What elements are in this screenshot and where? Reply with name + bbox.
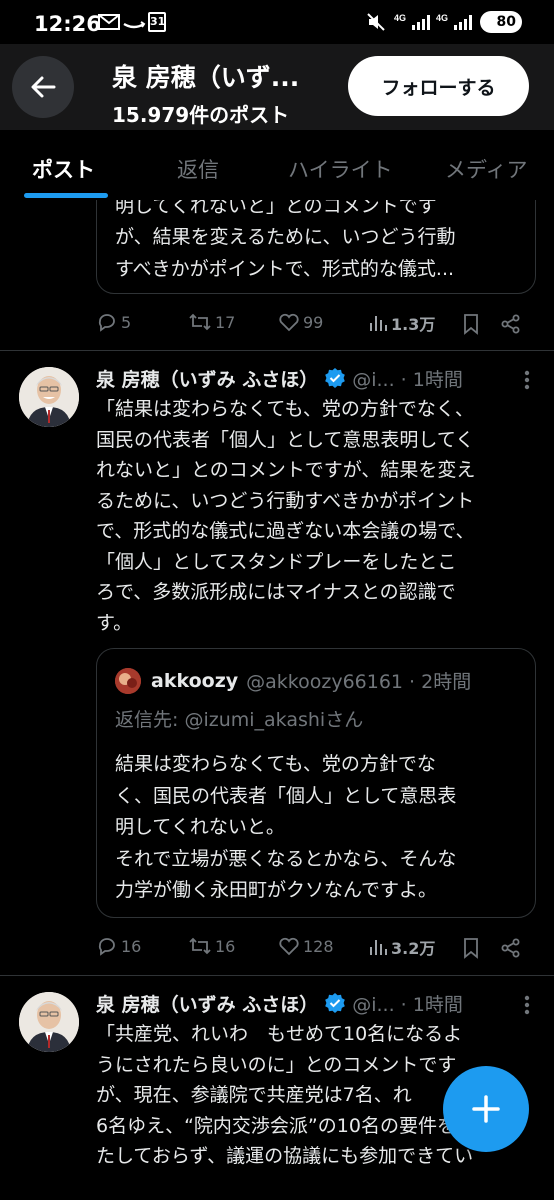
mute-icon bbox=[367, 13, 385, 31]
tab-highlights[interactable]: ハイライト bbox=[288, 154, 393, 184]
tweet-text-line: れないと」とのコメントですが、結果を変え bbox=[96, 459, 476, 481]
views-count: 1.3万 bbox=[391, 315, 436, 334]
tweet-header: 泉 房穂（いずみ ふさほ） @i... · 1時間 bbox=[96, 990, 463, 1017]
like-button[interactable]: 128 bbox=[278, 935, 334, 957]
avatar[interactable] bbox=[19, 367, 79, 427]
bookmark-icon[interactable] bbox=[462, 937, 480, 959]
tab-indicator bbox=[24, 193, 108, 198]
compose-button[interactable] bbox=[443, 1066, 529, 1152]
tweet-text-line: す。 bbox=[96, 611, 133, 634]
calendar-day: 31 bbox=[150, 15, 166, 28]
verified-badge-icon bbox=[325, 993, 346, 1013]
bookmark-icon[interactable] bbox=[462, 313, 480, 335]
views-button[interactable]: 1.3万 bbox=[368, 311, 435, 335]
reply-button[interactable]: 16 bbox=[96, 935, 141, 957]
like-count: 99 bbox=[303, 312, 324, 332]
quoted-text-line: く、国民の代表者「個人」として意思表 bbox=[115, 784, 457, 807]
action-bar: 16 16 128 3.2万 bbox=[96, 935, 536, 963]
quoted-author-name: akkoozy bbox=[151, 669, 239, 692]
tweet-text-line: るために、いつどう行動すべきかがポイント bbox=[96, 489, 475, 512]
views-count: 3.2万 bbox=[391, 939, 436, 958]
views-chart-icon bbox=[370, 316, 387, 331]
clock: 12:26 bbox=[34, 12, 101, 36]
reply-count: 16 bbox=[121, 936, 142, 956]
tweet-text: 「結果は変わらなくても、党の方針でなく、 国民の代表者「個人」として意思表明して… bbox=[96, 394, 536, 638]
tweet-text-line: 「個人」としてスタンドプレーをしたとこ bbox=[96, 550, 457, 573]
post-count: 15.979件のポスト bbox=[112, 103, 290, 127]
quoted-meta: @akkoozy66161 · 2時間 bbox=[246, 671, 472, 693]
status-bar: 12:26 31 4G 4G 80 bbox=[0, 0, 554, 44]
profile-photo bbox=[19, 367, 79, 427]
mail-icon bbox=[98, 14, 120, 30]
quoted-profile-photo bbox=[115, 667, 141, 694]
quoted-text-line: 結果は変わらなくても、党の方針でな bbox=[115, 753, 436, 775]
signal-4g-icon: 4G bbox=[394, 13, 430, 30]
repost-count: 17 bbox=[215, 312, 236, 332]
signal-4g-icon-2: 4G bbox=[436, 13, 472, 30]
repost-icon bbox=[189, 937, 211, 955]
follow-button[interactable]: フォローする bbox=[348, 56, 529, 116]
quoted-text-line: 力学が働く永田町がクソなんですよ。 bbox=[115, 879, 438, 901]
quote-text-line: すべきかがポイントで、形式的な儀式... bbox=[115, 258, 455, 280]
repost-button[interactable]: 16 bbox=[188, 935, 235, 957]
quoted-tweet-text: 結果は変わらなくても、党の方針でな く、国民の代表者「個人」として意思表 明して… bbox=[115, 749, 456, 907]
tweet-text-line: 「共産党、れいわ もせめて10名になるよ bbox=[96, 1023, 463, 1045]
quoted-text-line: それで立場が悪くなるとかなら、そんな bbox=[115, 847, 457, 870]
verified-badge-icon bbox=[325, 368, 346, 388]
profile-name: 泉 房穂（いず... bbox=[112, 63, 300, 92]
views-chart-icon bbox=[370, 940, 387, 955]
author-name[interactable]: 泉 房穂（いずみ ふさほ） bbox=[96, 369, 318, 391]
reply-icon bbox=[98, 314, 115, 332]
quote-text-line: が、結果を変えるために、いつどう行動 bbox=[115, 226, 456, 248]
quoted-avatar bbox=[115, 667, 141, 694]
tweet-text-line: 国民の代表者「個人」として意思表明してく bbox=[96, 428, 475, 451]
reply-icon bbox=[98, 938, 115, 956]
quoted-tweet-header: akkoozy @akkoozy66161 · 2時間 bbox=[115, 667, 471, 694]
tab-posts[interactable]: ポスト bbox=[32, 154, 95, 184]
tweet-header: 泉 房穂（いずみ ふさほ） @i... · 1時間 bbox=[96, 365, 463, 392]
tweet-text-line: ろで、多数派形成にはマイナスとの認識で bbox=[96, 581, 456, 603]
reply-count: 5 bbox=[121, 312, 132, 332]
action-bar: 5 17 99 1.3万 bbox=[96, 311, 536, 339]
profile-header: 泉 房穂（いず... 15.979件のポスト フォローする bbox=[0, 44, 554, 130]
repost-count: 16 bbox=[215, 936, 236, 956]
heart-icon bbox=[279, 313, 299, 332]
bottom-edge bbox=[0, 1183, 554, 1200]
like-count: 128 bbox=[303, 936, 334, 956]
repost-icon bbox=[189, 313, 211, 331]
reply-button[interactable]: 5 bbox=[96, 311, 131, 333]
author-name[interactable]: 泉 房穂（いずみ ふさほ） bbox=[96, 994, 318, 1016]
avatar[interactable] bbox=[19, 992, 79, 1052]
reply-to-label: 返信先: @izumi_akashiさん bbox=[115, 709, 364, 731]
more-options-icon[interactable] bbox=[524, 369, 530, 391]
back-arrow-icon bbox=[31, 76, 56, 98]
repost-button[interactable]: 17 bbox=[188, 311, 235, 333]
quoted-tweet-card[interactable]: akkoozy @akkoozy66161 · 2時間 返信先: @izumi_… bbox=[96, 648, 536, 918]
tweet-meta: @i... · 1時間 bbox=[352, 369, 463, 391]
divider bbox=[0, 975, 554, 976]
divider bbox=[0, 350, 554, 351]
like-button[interactable]: 99 bbox=[278, 311, 323, 333]
profile-photo bbox=[19, 992, 79, 1052]
plus-icon bbox=[472, 1095, 500, 1123]
tweet-meta: @i... · 1時間 bbox=[352, 994, 463, 1016]
svg-text:4G: 4G bbox=[436, 13, 448, 23]
tweet-text-line: 「結果は変わらなくても、党の方針でなく、 bbox=[96, 398, 474, 420]
battery-level: 80 bbox=[496, 14, 516, 30]
svg-text:4G: 4G bbox=[394, 13, 406, 23]
tweet-text-line: で、形式的な儀式に過ぎない本会議の場で、 bbox=[96, 520, 475, 542]
quoted-text-line: 明してくれないと。 bbox=[115, 816, 285, 838]
share-icon[interactable] bbox=[500, 937, 522, 959]
heart-icon bbox=[279, 937, 299, 956]
calendar-icon: 31 bbox=[148, 12, 166, 32]
tab-replies[interactable]: 返信 bbox=[177, 154, 219, 184]
share-icon[interactable] bbox=[500, 313, 522, 335]
views-button[interactable]: 3.2万 bbox=[368, 935, 435, 959]
tab-media[interactable]: メディア bbox=[445, 154, 528, 184]
more-options-icon[interactable] bbox=[524, 994, 530, 1016]
back-button[interactable] bbox=[12, 56, 74, 118]
amazon-icon bbox=[123, 21, 146, 29]
battery-icon: 80 bbox=[480, 11, 522, 33]
profile-tabs: ポスト 返信 ハイライト メディア bbox=[0, 130, 554, 200]
